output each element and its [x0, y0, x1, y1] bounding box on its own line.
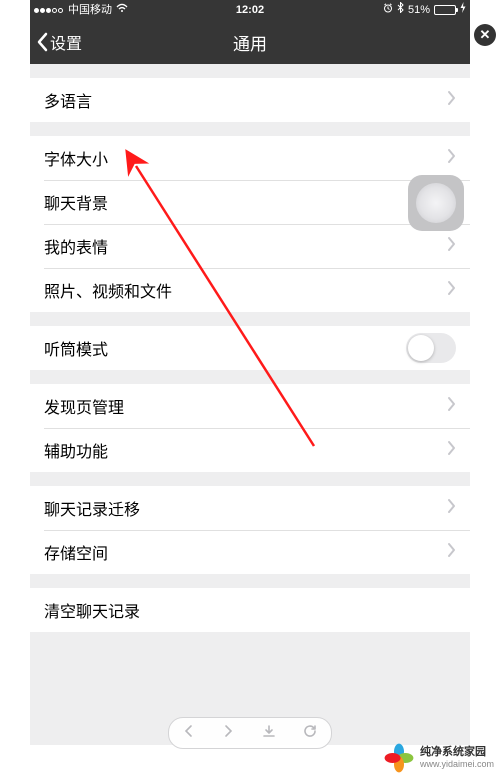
back-button[interactable]: 设置: [30, 30, 82, 54]
watermark-title: 纯净系统家园: [420, 746, 494, 758]
close-icon[interactable]: ✕: [474, 24, 496, 46]
toolbar-refresh-button[interactable]: [303, 724, 317, 743]
settings-group: 字体大小聊天背景我的表情照片、视频和文件: [30, 136, 470, 312]
alarm-icon: [383, 0, 393, 20]
battery-icon: [434, 5, 456, 15]
chevron-right-icon: [447, 236, 456, 257]
chevron-right-icon: [447, 280, 456, 301]
bolt-icon: [460, 0, 466, 20]
settings-row-label: 存储空间: [44, 540, 447, 564]
settings-row-label: 辅助功能: [44, 438, 447, 462]
chevron-right-icon: [447, 148, 456, 169]
settings-row-label: 字体大小: [44, 146, 447, 170]
page-title: 通用: [30, 30, 470, 55]
toolbar-next-button[interactable]: [222, 724, 234, 743]
assistive-touch-button[interactable]: [408, 175, 464, 231]
toolbar-prev-button[interactable]: [183, 724, 195, 743]
settings-row-label: 我的表情: [44, 234, 447, 258]
toggle-switch[interactable]: [406, 333, 456, 363]
settings-row[interactable]: 发现页管理: [30, 384, 470, 428]
settings-row[interactable]: 聊天记录迁移: [30, 486, 470, 530]
chevron-left-icon: [36, 32, 48, 52]
chevron-right-icon: [447, 542, 456, 563]
settings-row[interactable]: 听筒模式: [30, 326, 470, 370]
settings-row-label: 听筒模式: [44, 336, 406, 360]
chevron-right-icon: [447, 498, 456, 519]
nav-bar: 设置 通用: [30, 20, 470, 64]
settings-group: 多语言: [30, 78, 470, 122]
settings-row[interactable]: 存储空间: [30, 530, 470, 574]
battery-pct-label: 51%: [408, 0, 430, 20]
signal-strength-icon: [34, 0, 64, 20]
settings-row-label: 多语言: [44, 88, 447, 112]
chevron-right-icon: [447, 90, 456, 111]
chevron-right-icon: [447, 440, 456, 461]
settings-row[interactable]: 字体大小: [30, 136, 470, 180]
settings-row-label: 聊天记录迁移: [44, 496, 447, 520]
watermark: 纯净系统家园 www.yidaimei.com: [384, 743, 494, 773]
settings-row-label: 发现页管理: [44, 394, 447, 418]
chevron-right-icon: [447, 396, 456, 417]
settings-row[interactable]: 多语言: [30, 78, 470, 122]
settings-row[interactable]: 照片、视频和文件: [30, 268, 470, 312]
viewer-toolbar: [168, 717, 332, 749]
settings-group: 清空聊天记录: [30, 588, 470, 632]
watermark-url: www.yidaimei.com: [420, 758, 494, 770]
phone-frame: 中国移动 12:02 51%: [30, 0, 470, 745]
status-bar: 中国移动 12:02 51%: [30, 0, 470, 20]
settings-row[interactable]: 辅助功能: [30, 428, 470, 472]
settings-group: 聊天记录迁移存储空间: [30, 486, 470, 574]
settings-row[interactable]: 清空聊天记录: [30, 588, 470, 632]
back-label: 设置: [50, 30, 82, 54]
carrier-label: 中国移动: [68, 0, 112, 20]
bluetooth-icon: [397, 0, 404, 20]
settings-row-label: 清空聊天记录: [44, 598, 456, 622]
settings-group: 听筒模式: [30, 326, 470, 370]
toolbar-download-button[interactable]: [262, 724, 276, 743]
settings-group: 发现页管理辅助功能: [30, 384, 470, 472]
wifi-icon: [116, 0, 128, 20]
watermark-logo-icon: [384, 743, 414, 773]
assistive-touch-icon: [416, 183, 456, 223]
settings-row[interactable]: 我的表情: [30, 224, 470, 268]
settings-row[interactable]: 聊天背景: [30, 180, 470, 224]
settings-row-label: 聊天背景: [44, 190, 447, 214]
settings-row-label: 照片、视频和文件: [44, 278, 447, 302]
